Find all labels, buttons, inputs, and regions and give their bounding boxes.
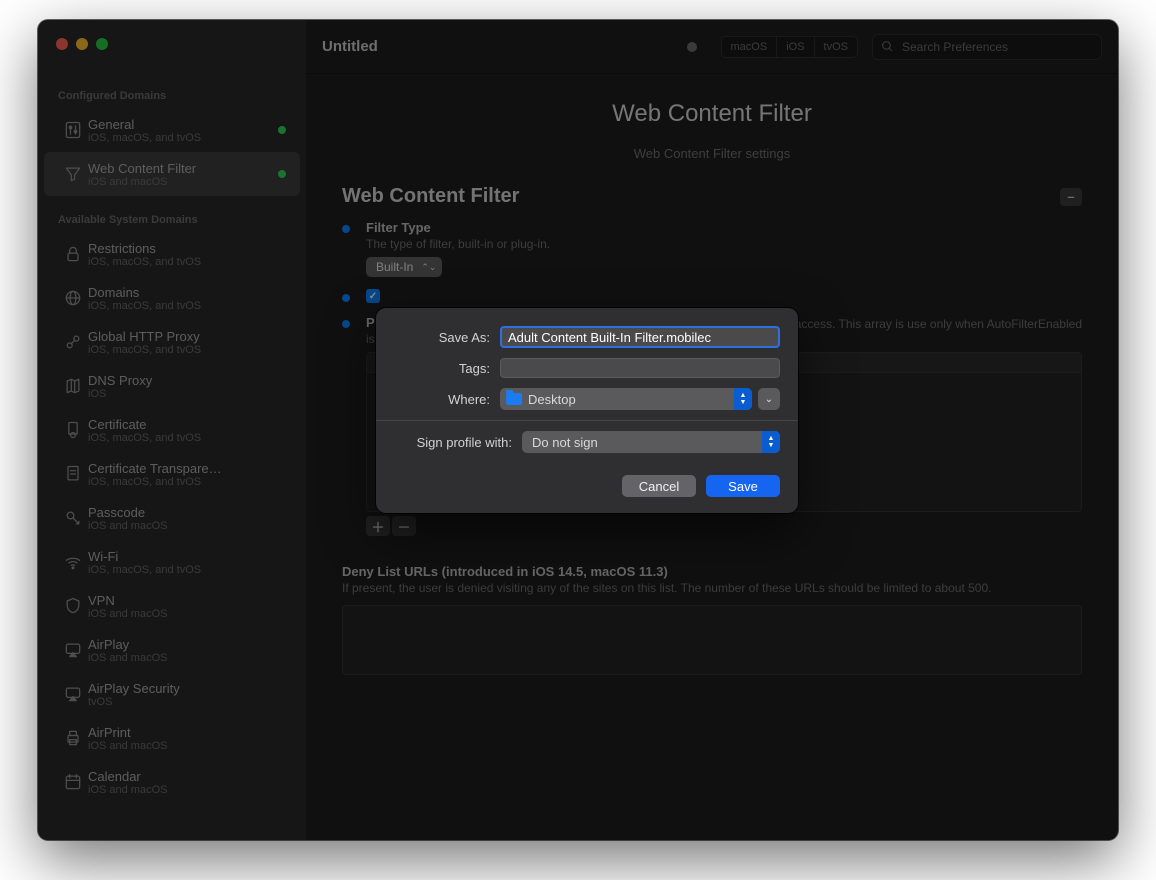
tags-field[interactable] xyxy=(500,358,780,378)
cancel-button[interactable]: Cancel xyxy=(622,475,696,497)
divider xyxy=(376,420,798,421)
chevron-updown-icon: ▲▼ xyxy=(762,431,780,453)
save-as-label: Save As: xyxy=(394,330,490,345)
save-button[interactable]: Save xyxy=(706,475,780,497)
save-dialog: Save As: Tags: Where: Desktop ▲▼ ⌄ Sign xyxy=(376,308,798,513)
sign-profile-value: Do not sign xyxy=(532,435,598,450)
where-label: Where: xyxy=(394,392,490,407)
tags-label: Tags: xyxy=(394,361,490,376)
where-select[interactable]: Desktop ▲▼ xyxy=(500,388,752,410)
chevron-down-icon: ⌄ xyxy=(765,394,773,405)
where-value: Desktop xyxy=(528,392,576,407)
sign-profile-select[interactable]: Do not sign ▲▼ xyxy=(522,431,780,453)
window: Configured Domains GeneraliOS, macOS, an… xyxy=(38,20,1118,840)
folder-icon xyxy=(506,393,522,405)
chevron-updown-icon: ▲▼ xyxy=(734,388,752,410)
sign-profile-label: Sign profile with: xyxy=(394,435,512,450)
expand-save-panel-button[interactable]: ⌄ xyxy=(758,388,780,410)
save-as-field[interactable] xyxy=(500,326,780,348)
